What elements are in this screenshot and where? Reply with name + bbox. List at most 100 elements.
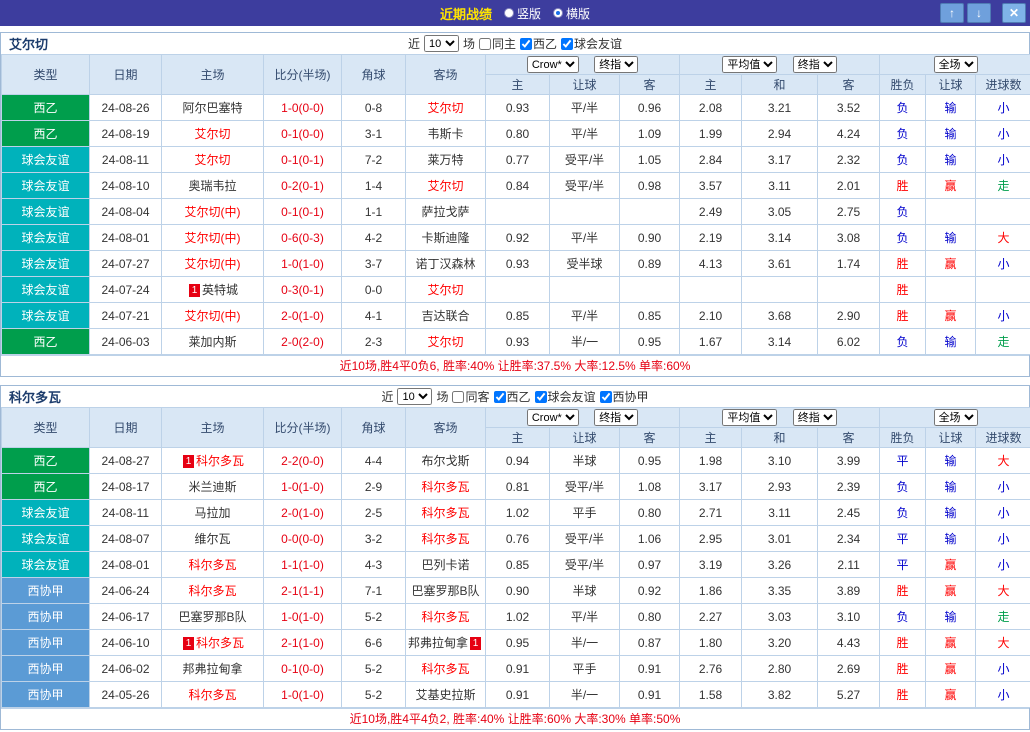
team-link[interactable]: 艾基史拉斯 [415,688,475,702]
filter-same-venue[interactable]: 同主 [479,35,516,52]
home-team[interactable]: 科尔多瓦 [162,552,264,578]
filter-league-0-checkbox[interactable] [520,38,532,50]
team-link[interactable]: 米兰迪斯 [188,480,236,494]
odds-time-select[interactable]: 终指 [594,409,638,426]
team-link[interactable]: 邦弗拉甸拿 [182,662,242,676]
team-link[interactable]: 科尔多瓦 [188,558,236,572]
odds-source-select[interactable]: Crow* [527,409,579,426]
away-team[interactable]: 萨拉戈萨 [406,199,486,225]
odds-time-select[interactable]: 终指 [594,56,638,73]
filter-league-1-checkbox[interactable] [561,38,573,50]
team-link[interactable]: 艾尔切 [194,127,230,141]
team-link[interactable]: 艾尔切 [427,179,463,193]
team-link[interactable]: 诺丁汉森林 [415,257,475,271]
team-link[interactable]: 艾尔切(中) [185,231,241,245]
team-link[interactable]: 科尔多瓦 [421,480,469,494]
away-team[interactable]: 卡斯迪隆 [406,225,486,251]
team-link[interactable]: 艾尔切(中) [185,205,241,219]
team-link[interactable]: 科尔多瓦 [188,584,236,598]
team-link[interactable]: 艾尔切(中) [185,309,241,323]
home-team[interactable]: 1科尔多瓦 [162,448,264,474]
scope-select[interactable]: 全场 [934,409,978,426]
away-team[interactable]: 莱万特 [406,147,486,173]
filter-league-0[interactable]: 西乙 [494,388,531,405]
average-select[interactable]: 平均值 [722,409,777,426]
home-team[interactable]: 艾尔切(中) [162,199,264,225]
team-link[interactable]: 科尔多瓦 [421,506,469,520]
average-select[interactable]: 平均值 [722,56,777,73]
team-link[interactable]: 维尔瓦 [194,532,230,546]
average-time-select[interactable]: 终指 [793,409,837,426]
away-team[interactable]: 科尔多瓦 [406,474,486,500]
away-team[interactable]: 邦弗拉甸拿1 [406,630,486,656]
home-team[interactable]: 科尔多瓦 [162,682,264,708]
filter-league-2-checkbox[interactable] [600,391,612,403]
away-team[interactable]: 科尔多瓦 [406,526,486,552]
home-team[interactable]: 艾尔切(中) [162,251,264,277]
team-link[interactable]: 艾尔切 [194,153,230,167]
radio-circle-checked-icon[interactable] [553,8,563,18]
team-link[interactable]: 莱加内斯 [188,335,236,349]
away-team[interactable]: 巴列卡诺 [406,552,486,578]
recent-count-select[interactable]: 10 [397,388,432,405]
home-team[interactable]: 米兰迪斯 [162,474,264,500]
filter-same-venue-checkbox[interactable] [452,391,464,403]
team-link[interactable]: 莱万特 [427,153,463,167]
filter-same-venue-checkbox[interactable] [479,38,491,50]
team-link[interactable]: 科尔多瓦 [421,532,469,546]
away-team[interactable]: 艾尔切 [406,277,486,303]
team-link[interactable]: 英特城 [202,283,238,297]
home-team[interactable]: 艾尔切(中) [162,225,264,251]
home-team[interactable]: 阿尔巴塞特 [162,95,264,121]
radio-circle-icon[interactable] [504,8,514,18]
radio-horizontal-layout[interactable]: 横版 [553,5,590,22]
filter-same-venue[interactable]: 同客 [452,388,489,405]
team-link[interactable]: 科尔多瓦 [188,688,236,702]
away-team[interactable]: 吉达联合 [406,303,486,329]
filter-league-1[interactable]: 球会友谊 [535,388,596,405]
team-link[interactable]: 萨拉戈萨 [421,205,469,219]
away-team[interactable]: 韦斯卡 [406,121,486,147]
recent-count-select[interactable]: 10 [424,35,459,52]
home-team[interactable]: 莱加内斯 [162,329,264,355]
team-link[interactable]: 巴塞罗那B队 [411,584,479,598]
radio-vertical-layout[interactable]: 竖版 [504,5,541,22]
away-team[interactable]: 巴塞罗那B队 [406,578,486,604]
away-team[interactable]: 科尔多瓦 [406,604,486,630]
team-link[interactable]: 艾尔切 [427,335,463,349]
home-team[interactable]: 马拉加 [162,500,264,526]
team-link[interactable]: 马拉加 [194,506,230,520]
odds-source-select[interactable]: Crow* [527,56,579,73]
filter-league-0[interactable]: 西乙 [520,35,557,52]
team-link[interactable]: 邦弗拉甸拿 [408,636,468,650]
away-team[interactable]: 布尔戈斯 [406,448,486,474]
away-team[interactable]: 艾基史拉斯 [406,682,486,708]
home-team[interactable]: 艾尔切 [162,147,264,173]
home-team[interactable]: 艾尔切 [162,121,264,147]
team-link[interactable]: 阿尔巴塞特 [182,101,242,115]
move-down-button[interactable]: ↓ [967,3,991,23]
home-team[interactable]: 巴塞罗那B队 [162,604,264,630]
home-team[interactable]: 艾尔切(中) [162,303,264,329]
scope-select[interactable]: 全场 [934,56,978,73]
team-link[interactable]: 科尔多瓦 [421,662,469,676]
filter-league-1-checkbox[interactable] [535,391,547,403]
home-team[interactable]: 1科尔多瓦 [162,630,264,656]
home-team[interactable]: 1英特城 [162,277,264,303]
filter-league-2[interactable]: 西协甲 [600,388,649,405]
filter-league-1[interactable]: 球会友谊 [561,35,622,52]
team-link[interactable]: 韦斯卡 [427,127,463,141]
home-team[interactable]: 奥瑞韦拉 [162,173,264,199]
away-team[interactable]: 艾尔切 [406,95,486,121]
team-link[interactable]: 吉达联合 [421,309,469,323]
away-team[interactable]: 艾尔切 [406,173,486,199]
away-team[interactable]: 科尔多瓦 [406,656,486,682]
home-team[interactable]: 维尔瓦 [162,526,264,552]
team-link[interactable]: 布尔戈斯 [421,454,469,468]
average-time-select[interactable]: 终指 [793,56,837,73]
close-button[interactable]: ✕ [1002,3,1026,23]
team-link[interactable]: 科尔多瓦 [421,610,469,624]
team-link[interactable]: 艾尔切 [427,101,463,115]
away-team[interactable]: 诺丁汉森林 [406,251,486,277]
team-link[interactable]: 巴列卡诺 [421,558,469,572]
